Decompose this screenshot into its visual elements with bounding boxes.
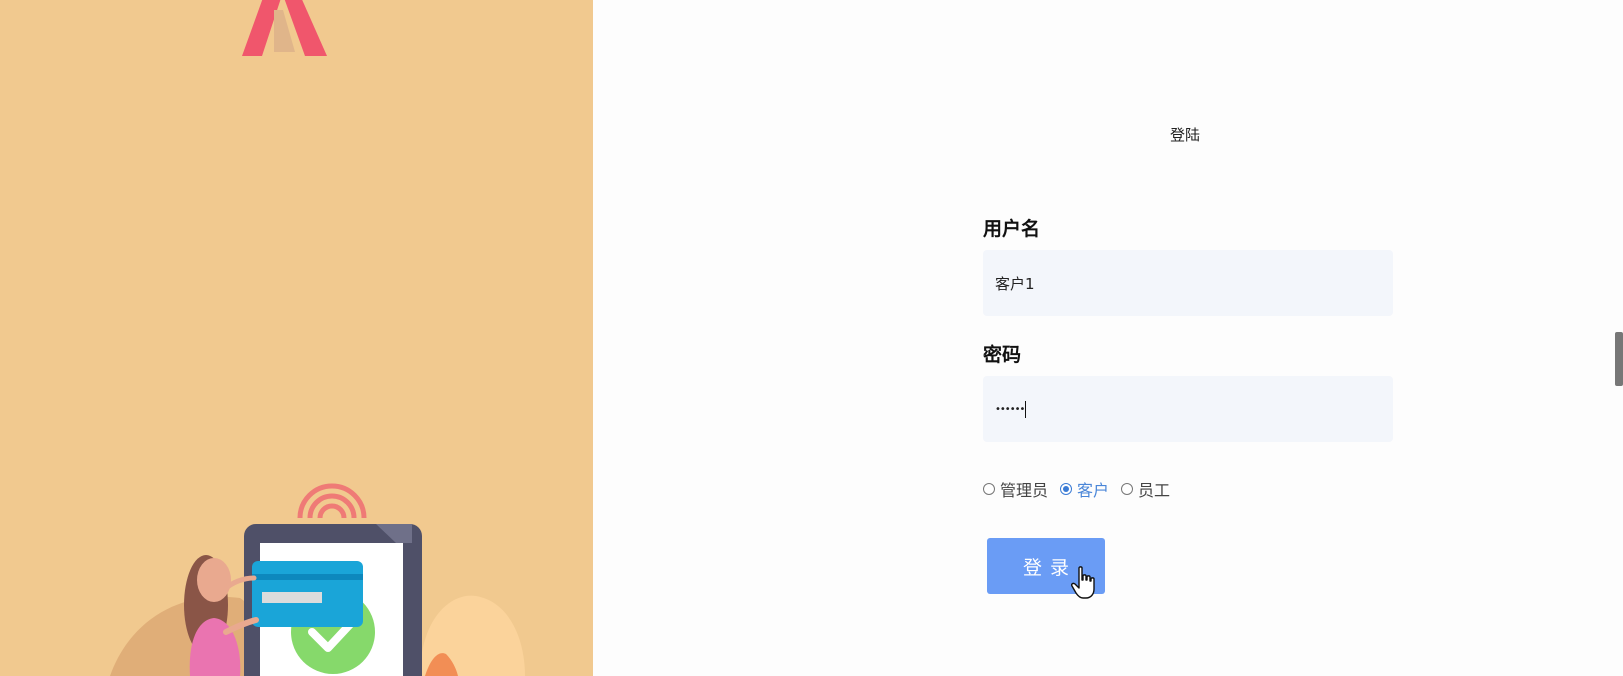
radio-admin[interactable]: [983, 483, 995, 495]
radio-customer[interactable]: [1060, 483, 1073, 495]
hand-pointer-cursor-icon: [1071, 566, 1095, 599]
illustration-panel: [0, 0, 593, 676]
role-label-staff: 员工: [1138, 481, 1171, 500]
role-option-customer[interactable]: 客户: [1060, 477, 1109, 501]
username-value: 客户1: [995, 274, 1035, 293]
role-option-staff[interactable]: 员工: [1121, 477, 1170, 501]
role-option-admin[interactable]: 管理员: [983, 477, 1048, 501]
username-label: 用户名: [983, 218, 1041, 240]
role-label-admin: 管理员: [1000, 481, 1049, 500]
username-field[interactable]: 客户1: [983, 250, 1393, 316]
page-title: 登陆: [1170, 126, 1201, 144]
logo-icon: [242, 0, 327, 56]
illustration: [110, 0, 525, 676]
radio-staff[interactable]: [1121, 483, 1134, 495]
password-value: ••••••: [995, 403, 1025, 415]
role-label-customer: 客户: [1077, 481, 1110, 500]
login-panel: [593, 0, 1623, 676]
scrollbar-thumb[interactable]: [1615, 332, 1623, 386]
password-label: 密码: [983, 344, 1022, 366]
text-caret: [1025, 400, 1027, 418]
password-field[interactable]: ••••••: [983, 376, 1393, 442]
role-radio-group: 管理员 客户 员工: [983, 478, 1182, 500]
